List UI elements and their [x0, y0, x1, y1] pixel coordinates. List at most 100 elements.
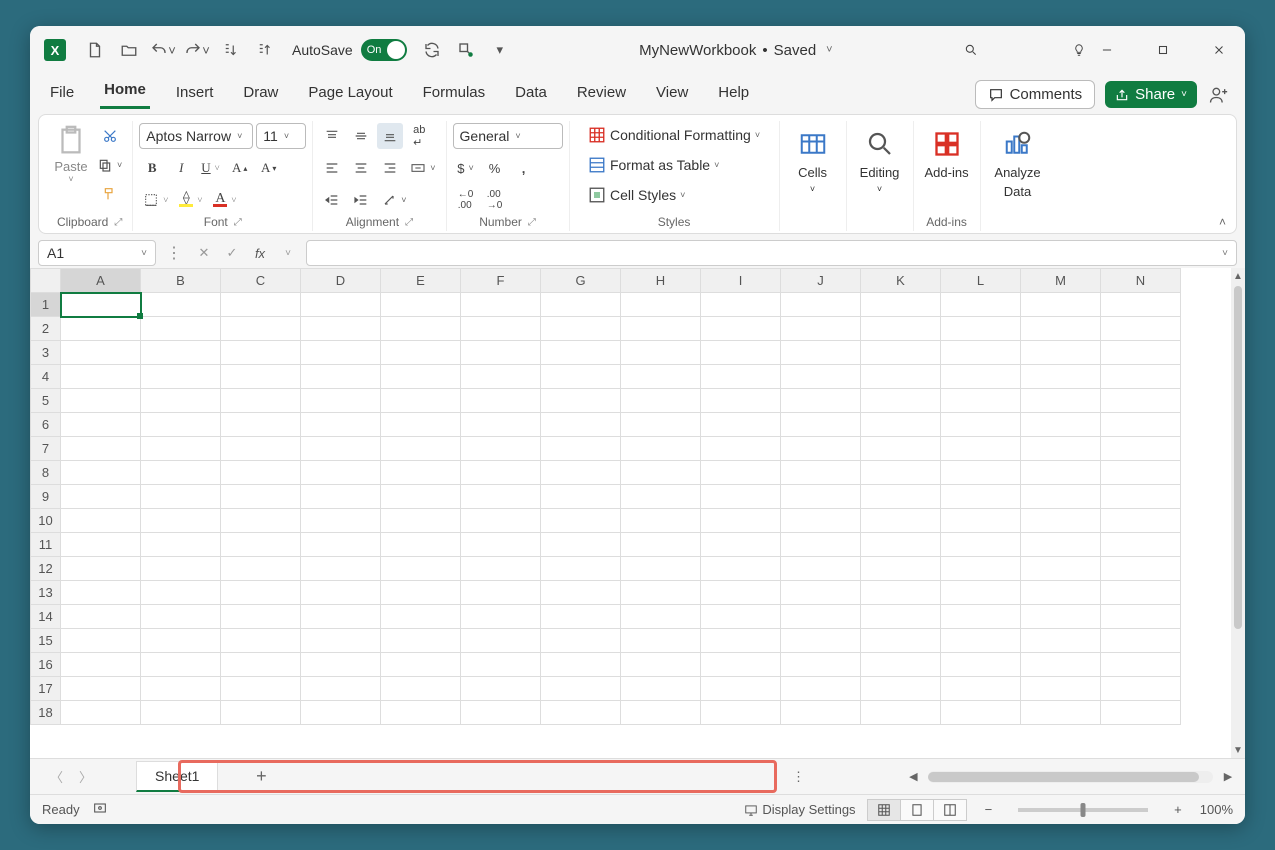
paste-icon[interactable] [53, 123, 89, 159]
cell[interactable] [621, 365, 701, 389]
cell[interactable] [541, 605, 621, 629]
cell[interactable] [221, 317, 301, 341]
row-header[interactable]: 4 [31, 365, 61, 389]
zoom-slider[interactable] [1018, 808, 1148, 812]
cell[interactable] [861, 437, 941, 461]
page-layout-view-icon[interactable] [900, 799, 934, 821]
cell[interactable] [1101, 605, 1181, 629]
chevron-down-icon[interactable]: ˅ [68, 174, 73, 184]
cell[interactable] [781, 557, 861, 581]
col-header[interactable]: D [301, 269, 381, 293]
cell[interactable] [701, 653, 781, 677]
cell[interactable] [701, 629, 781, 653]
cell[interactable] [381, 293, 461, 317]
cell[interactable] [221, 653, 301, 677]
cell[interactable] [461, 677, 541, 701]
chevron-down-icon[interactable]: ˅ [1222, 248, 1228, 259]
normal-view-icon[interactable] [867, 799, 901, 821]
cell[interactable] [381, 437, 461, 461]
cell[interactable] [1021, 317, 1101, 341]
cell[interactable] [1021, 413, 1101, 437]
number-format-combo[interactable]: General˅ [453, 123, 563, 149]
cell[interactable] [781, 605, 861, 629]
sort-asc-icon[interactable] [216, 35, 246, 65]
cell[interactable] [141, 437, 221, 461]
autosave-switch[interactable]: On [361, 39, 407, 61]
cell[interactable] [621, 557, 701, 581]
cell[interactable] [61, 293, 141, 317]
cell[interactable] [381, 365, 461, 389]
tab-view[interactable]: View [652, 78, 692, 109]
cell[interactable] [301, 413, 381, 437]
align-center-icon[interactable] [348, 155, 374, 181]
open-folder-icon[interactable] [114, 35, 144, 65]
addins-button[interactable]: Add-ins [920, 123, 974, 184]
cell[interactable] [781, 461, 861, 485]
cell[interactable] [781, 413, 861, 437]
cell[interactable] [461, 509, 541, 533]
zoom-out-button[interactable]: − [979, 802, 999, 817]
cell[interactable] [541, 677, 621, 701]
cell[interactable] [301, 629, 381, 653]
close-button[interactable] [1205, 36, 1233, 64]
cell[interactable] [861, 677, 941, 701]
paste-button[interactable]: Paste [54, 159, 87, 174]
cell[interactable] [301, 605, 381, 629]
cell[interactable] [941, 605, 1021, 629]
row-header[interactable]: 2 [31, 317, 61, 341]
row-header[interactable]: 11 [31, 533, 61, 557]
cell[interactable] [621, 653, 701, 677]
cell[interactable] [861, 485, 941, 509]
scroll-thumb[interactable] [1234, 286, 1242, 629]
cells-grid[interactable]: ABCDEFGHIJKLMN12345678910111213141516171… [30, 268, 1181, 725]
tab-formulas[interactable]: Formulas [419, 78, 490, 109]
cell[interactable] [221, 677, 301, 701]
cell[interactable] [781, 437, 861, 461]
cell[interactable] [61, 557, 141, 581]
row-header[interactable]: 16 [31, 653, 61, 677]
cell[interactable] [141, 365, 221, 389]
scroll-left-icon[interactable]: ◀ [904, 770, 922, 783]
copy-icon[interactable]: ˅ [93, 152, 126, 178]
cell[interactable] [221, 605, 301, 629]
cell[interactable] [701, 485, 781, 509]
collapse-ribbon-icon[interactable]: ˄ [1219, 215, 1226, 229]
cell[interactable] [541, 317, 621, 341]
cell[interactable] [301, 485, 381, 509]
enter-formula-icon[interactable]: ✓ [220, 241, 244, 265]
cells-button[interactable]: Cells ˅ [786, 123, 840, 198]
cell[interactable] [541, 557, 621, 581]
cell[interactable] [461, 653, 541, 677]
cell[interactable] [61, 437, 141, 461]
cell[interactable] [141, 317, 221, 341]
cell[interactable] [1021, 581, 1101, 605]
lightbulb-icon[interactable] [1065, 36, 1093, 64]
cell[interactable] [381, 629, 461, 653]
cell[interactable] [301, 317, 381, 341]
cell[interactable] [701, 605, 781, 629]
cell[interactable] [1101, 581, 1181, 605]
cell[interactable] [1101, 317, 1181, 341]
cell[interactable] [1101, 461, 1181, 485]
cell[interactable] [461, 365, 541, 389]
row-header[interactable]: 3 [31, 341, 61, 365]
cell[interactable] [381, 461, 461, 485]
cell[interactable] [61, 389, 141, 413]
cell[interactable] [141, 413, 221, 437]
align-middle-icon[interactable] [348, 123, 374, 149]
display-settings-button[interactable]: Display Settings [744, 802, 855, 817]
cell[interactable] [301, 581, 381, 605]
cell[interactable] [861, 317, 941, 341]
cell[interactable] [541, 437, 621, 461]
cell[interactable] [301, 365, 381, 389]
cancel-formula-icon[interactable]: ✕ [192, 241, 216, 265]
cell[interactable] [1101, 485, 1181, 509]
cell[interactable] [61, 677, 141, 701]
cell[interactable] [941, 485, 1021, 509]
cell[interactable] [141, 557, 221, 581]
col-header[interactable]: G [541, 269, 621, 293]
cell[interactable] [621, 485, 701, 509]
cell[interactable] [1101, 557, 1181, 581]
cell[interactable] [301, 701, 381, 725]
cell[interactable] [381, 509, 461, 533]
